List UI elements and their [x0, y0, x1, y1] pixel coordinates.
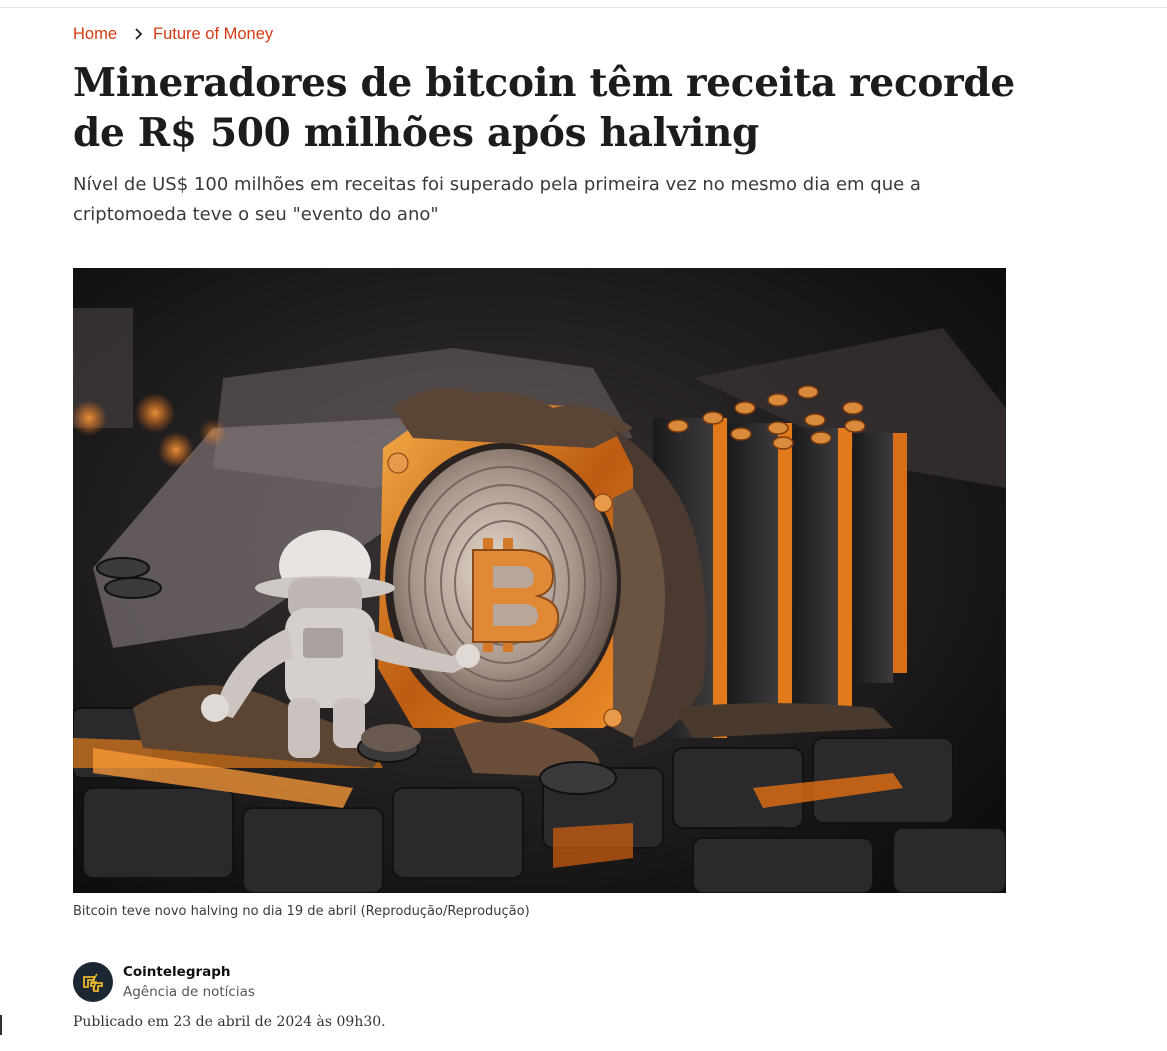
publish-date: Publicado em 23 de abril de 2024 às 09h3…	[73, 1014, 386, 1030]
author-block[interactable]: Cointelegraph Agência de notícias	[73, 962, 255, 1002]
bitcoin-miner-illustration	[73, 268, 1006, 893]
breadcrumb: Home Future of Money	[73, 23, 273, 45]
edge-fragment-bar	[0, 1015, 2, 1035]
hero-image	[73, 268, 1006, 893]
edge-fragment	[0, 967, 3, 987]
breadcrumb-section-link[interactable]: Future of Money	[153, 25, 273, 44]
article-subtitle: Nível de US$ 100 milhões em receitas foi…	[73, 174, 921, 225]
image-caption: Bitcoin teve novo halving no dia 19 de a…	[73, 904, 530, 919]
cointelegraph-logo-icon	[73, 962, 113, 1002]
chevron-right-icon	[135, 28, 143, 40]
author-role: Agência de notícias	[123, 984, 255, 1000]
breadcrumb-home-link[interactable]: Home	[73, 25, 117, 44]
article-title: Mineradores de bitcoin têm receita recor…	[73, 60, 1015, 156]
top-divider	[0, 7, 1167, 8]
author-name[interactable]: Cointelegraph	[123, 962, 255, 982]
